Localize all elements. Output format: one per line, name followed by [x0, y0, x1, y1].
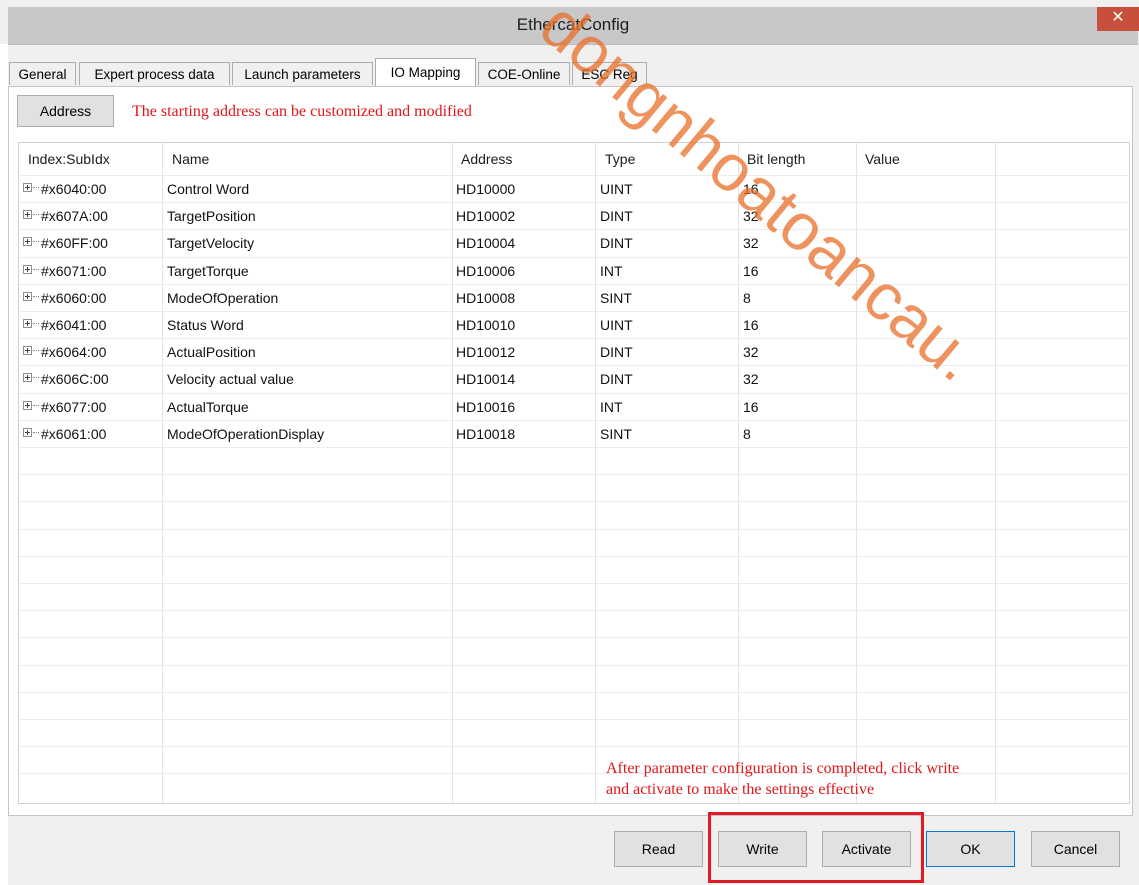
column-header-bit-length[interactable]: Bit length [747, 151, 805, 167]
close-icon: ✕ [1111, 9, 1125, 26]
cell-bit-length: 8 [743, 289, 751, 306]
table-row[interactable]: #x60FF:00 TargetVelocity HD10004 DINT 32 [19, 229, 1129, 256]
tab-launch-parameters[interactable]: Launch parameters [232, 62, 373, 85]
cell-name: TargetTorque [167, 262, 249, 279]
expand-icon[interactable] [23, 237, 32, 247]
cancel-button[interactable]: Cancel [1031, 831, 1120, 867]
cell-index: #x6040:00 [41, 181, 107, 197]
cell-index: #x6041:00 [41, 317, 107, 333]
address-annotation: The starting address can be customized a… [132, 103, 472, 120]
cell-bit-length: 16 [743, 398, 759, 415]
cell-index: #x6077:00 [41, 398, 107, 415]
cell-bit-length: 8 [743, 425, 751, 442]
column-header-index[interactable]: Index:SubIdx [28, 151, 110, 167]
cell-address: HD10004 [456, 235, 516, 252]
title-bar: EthercatConfig [8, 7, 1138, 45]
cell-index: #x607A:00 [41, 208, 108, 225]
cell-type: DINT [600, 371, 633, 388]
cell-address: HD10000 [456, 181, 516, 197]
cell-bit-length: 16 [743, 181, 759, 197]
column-header-type[interactable]: Type [605, 151, 635, 167]
tab-coe-online[interactable]: COE-Online [478, 62, 570, 85]
cell-bit-length: 32 [743, 208, 759, 225]
cell-index: #x606C:00 [41, 371, 109, 388]
table-row[interactable]: #x6040:00 Control Word HD10000 UINT 16 [19, 175, 1129, 202]
tab-expert-process-data[interactable]: Expert process data [79, 62, 230, 85]
cell-type: DINT [600, 235, 633, 252]
expand-icon[interactable] [23, 400, 32, 410]
cell-address: HD10012 [456, 344, 516, 361]
cell-name: Control Word [167, 181, 250, 197]
cell-address: HD10016 [456, 398, 516, 415]
cell-index: #x60FF:00 [41, 235, 108, 252]
tab-io-mapping[interactable]: IO Mapping [375, 58, 476, 86]
cell-name: ActualPosition [167, 344, 256, 361]
cell-name: TargetVelocity [167, 235, 255, 252]
expand-icon[interactable] [23, 291, 32, 301]
cell-address: HD10018 [456, 425, 516, 442]
cell-type: DINT [600, 208, 633, 225]
column-header-value[interactable]: Value [865, 151, 900, 167]
bottom-annotation-line1: After parameter configuration is complet… [606, 760, 960, 777]
window-left-border [0, 44, 8, 885]
expand-icon[interactable] [23, 210, 32, 220]
cell-bit-length: 32 [743, 371, 759, 388]
cell-name: Velocity actual value [167, 371, 294, 388]
ethercat-config-window: EthercatConfig ✕ General Expert process … [0, 0, 1139, 885]
cell-bit-length: 32 [743, 344, 759, 361]
column-header-address[interactable]: Address [461, 151, 512, 167]
cell-address: HD10010 [456, 317, 516, 333]
cell-name: ModeOfOperation [167, 289, 279, 306]
table-row[interactable]: #x6060:00 ModeOfOperation HD10008 SINT 8 [19, 284, 1129, 311]
expand-icon[interactable] [23, 264, 32, 274]
cell-bit-length: 16 [743, 262, 759, 279]
cell-name: Status Word [167, 317, 244, 333]
expand-icon[interactable] [23, 346, 32, 356]
table-row[interactable]: #x607A:00 TargetPosition HD10002 DINT 32 [19, 202, 1129, 229]
expand-icon[interactable] [23, 427, 32, 437]
cell-address: HD10002 [456, 208, 516, 225]
cell-type: SINT [600, 289, 632, 306]
cell-index: #x6064:00 [41, 344, 107, 361]
cell-type: SINT [600, 425, 632, 442]
read-button[interactable]: Read [614, 831, 703, 867]
table-row[interactable]: #x6064:00 ActualPosition HD10012 DINT 32 [19, 338, 1129, 365]
cell-name: ModeOfOperationDisplay [167, 425, 325, 442]
table-row[interactable]: #x6061:00 ModeOfOperationDisplay HD10018 SI… [19, 420, 1129, 447]
cell-index: #x6061:00 [41, 425, 107, 442]
cell-index: #x6071:00 [41, 262, 107, 279]
cell-type: UINT [600, 317, 633, 333]
tab-general[interactable]: General [9, 62, 76, 85]
close-button[interactable]: ✕ [1097, 7, 1139, 31]
bottom-annotation-line2: and activate to make the settings effect… [606, 781, 875, 798]
table-row[interactable]: #x606C:00 Velocity actual value HD10014 DIN… [19, 365, 1129, 392]
write-activate-highlight-box [708, 812, 924, 883]
cell-bit-length: 16 [743, 317, 759, 333]
tab-esc-reg[interactable]: ESC Reg [572, 62, 647, 85]
expand-icon[interactable] [23, 373, 32, 383]
cell-address: HD10014 [456, 371, 516, 388]
expand-icon[interactable] [23, 183, 32, 192]
column-header-name[interactable]: Name [172, 151, 209, 167]
ok-button[interactable]: OK [926, 831, 1015, 867]
table-row[interactable]: #x6041:00 Status Word HD10010 UINT 16 [19, 311, 1129, 338]
cell-index: #x6060:00 [41, 289, 107, 306]
io-mapping-table: Index:SubIdx Name Address Type Bit lengt… [18, 142, 1130, 804]
window-title: EthercatConfig [516, 15, 630, 34]
expand-icon[interactable] [23, 319, 32, 328]
table-row[interactable]: #x6077:00 ActualTorque HD10016 INT 16 [19, 393, 1129, 420]
cell-type: INT [600, 398, 623, 415]
cell-name: ActualTorque [167, 398, 249, 415]
cell-bit-length: 32 [743, 235, 759, 252]
cell-address: HD10006 [456, 262, 516, 279]
cell-type: UINT [600, 181, 633, 197]
cell-address: HD10008 [456, 289, 516, 306]
address-button[interactable]: Address [17, 95, 114, 127]
cell-type: DINT [600, 344, 633, 361]
cell-name: TargetPosition [167, 208, 256, 225]
table-row[interactable]: #x6071:00 TargetTorque HD10006 INT 16 [19, 257, 1129, 284]
cell-type: INT [600, 262, 623, 279]
